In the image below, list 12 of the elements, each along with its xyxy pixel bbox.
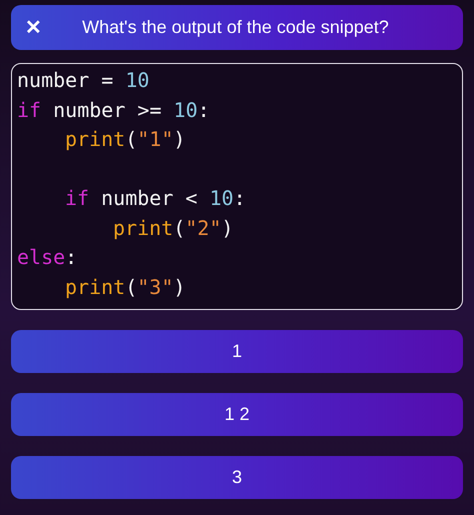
code-line: number = 10 xyxy=(17,67,150,94)
code-line: print("3") xyxy=(65,274,186,300)
code-line: if number >= 10: xyxy=(17,96,210,124)
code-line: print("1") xyxy=(65,126,186,153)
answer-button[interactable]: 1 2 xyxy=(11,393,463,436)
code-line: else: xyxy=(17,244,78,271)
code-line: print("2") xyxy=(113,214,234,242)
answer-button[interactable]: 3 xyxy=(11,456,463,499)
close-button[interactable]: ✕ xyxy=(25,18,42,38)
code-line: if number < 10: xyxy=(65,185,246,212)
question-title: What's the output of the code snippet? xyxy=(81,17,390,38)
answer-button[interactable]: 1 xyxy=(11,330,463,373)
